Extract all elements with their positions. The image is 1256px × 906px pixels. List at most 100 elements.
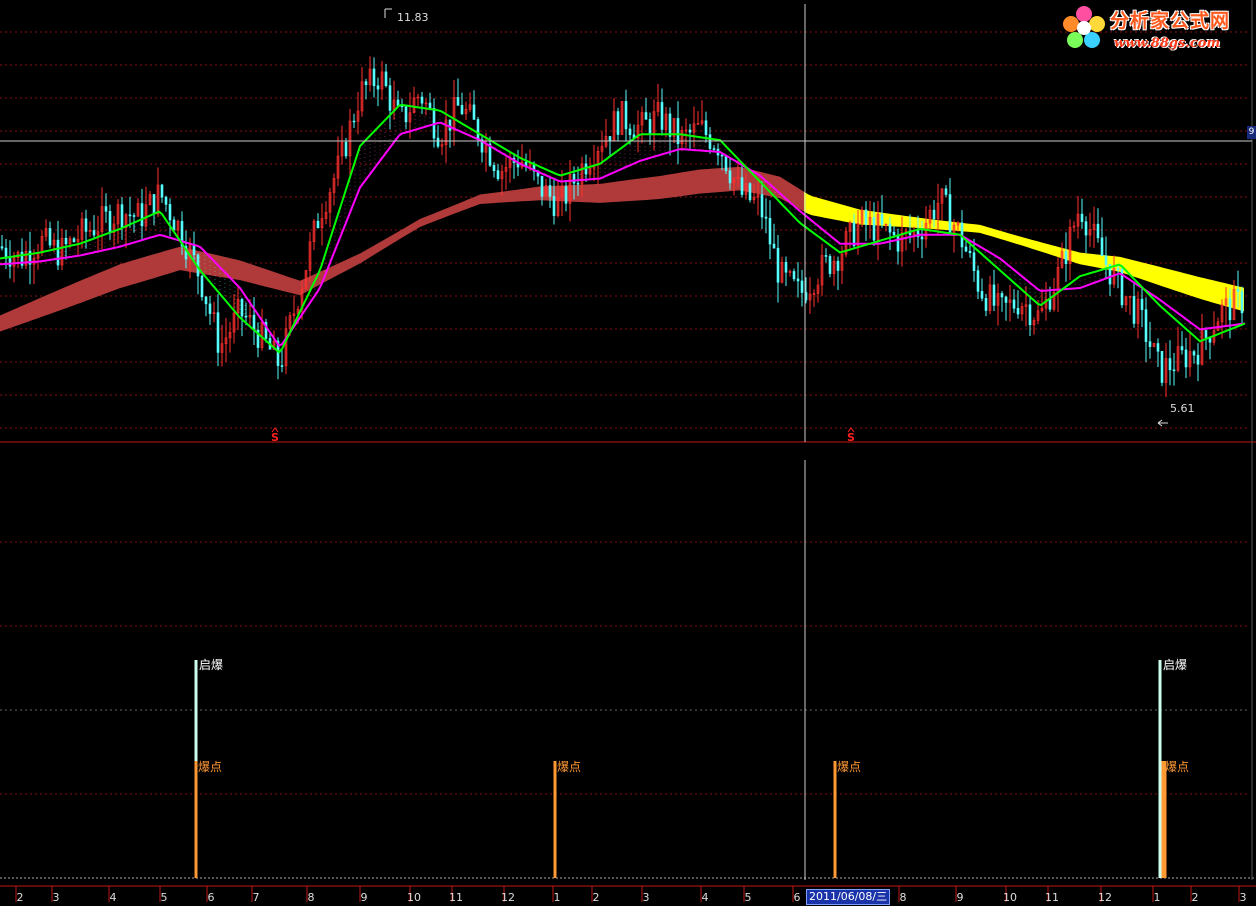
candle-body: [1104, 255, 1108, 265]
candle-body: [920, 236, 924, 240]
candle-body: [800, 280, 804, 293]
candle-body: [628, 128, 632, 136]
candle-body: [796, 278, 800, 282]
candle-body: [1140, 298, 1144, 310]
candle-body: [784, 261, 788, 273]
candle-body: [1192, 351, 1196, 356]
x-axis-tick-label: 7: [253, 891, 260, 904]
candle-body: [968, 250, 972, 254]
candle-body: [624, 101, 628, 130]
candle-body: [1096, 223, 1100, 239]
candle-body: [72, 238, 76, 243]
candle-body: [164, 196, 168, 205]
x-axis-tick-label: 9: [361, 891, 368, 904]
signal-bar-baodian: [194, 761, 198, 878]
candle-body: [472, 104, 476, 120]
candle-body: [552, 196, 556, 216]
candle-body: [384, 71, 388, 86]
candle-body: [892, 231, 896, 236]
candle-body: [764, 216, 768, 219]
candle-body: [712, 148, 716, 150]
candle-body: [792, 271, 796, 280]
x-axis-bg: [0, 880, 1256, 906]
candle-body: [376, 85, 380, 90]
candle-body: [1180, 346, 1184, 351]
signal-bar-baodian: [833, 761, 837, 878]
candle-body: [108, 211, 112, 233]
x-axis-tick-label: 3: [643, 891, 650, 904]
x-axis: 2 3 4 5 6 7 8 9 10 11 12 1 2 3 4 5 6 8 9 10 11 12 1 2 3: [0, 880, 1256, 906]
price-low-label: 5.61: [1170, 402, 1195, 415]
candle-body: [608, 136, 612, 141]
candle-body: [948, 194, 952, 234]
signal-label-qibao: 启爆: [199, 658, 223, 672]
candle-body: [364, 81, 368, 86]
x-axis-tick-label: 11: [449, 891, 463, 904]
x-axis-tick-label: 11: [1045, 891, 1059, 904]
candle-body: [676, 118, 680, 145]
x-axis-tick-label: 2: [17, 891, 24, 904]
candle-body: [768, 218, 772, 245]
candle-body: [980, 291, 984, 299]
candle-body: [168, 204, 172, 221]
x-axis-tick-label: 4: [702, 891, 709, 904]
candle-body: [1080, 213, 1084, 222]
ema-slow-line: [0, 121, 1246, 347]
candle-body: [352, 120, 356, 123]
candle-body: [216, 312, 220, 353]
signal-label-baodian: 爆点: [1165, 760, 1189, 774]
candle-body: [888, 223, 892, 233]
stock-chart[interactable]: 11.835.61S S 启爆 启爆爆点 爆点 爆点 爆点 2 3 4 5 6 7 8 9 10 11 12 1…: [0, 0, 1256, 906]
candle-body: [496, 170, 500, 180]
candle-body: [120, 204, 124, 229]
x-axis-tick-label: 10: [1003, 891, 1017, 904]
candle-body: [244, 315, 248, 318]
candle-body: [8, 258, 12, 267]
price-low-arrow: [1157, 419, 1168, 427]
candle-body: [152, 194, 156, 215]
candle-body: [576, 182, 580, 185]
candle-body: [660, 102, 664, 130]
x-axis-tick-label: 12: [1098, 891, 1112, 904]
sell-marker: S: [847, 431, 855, 444]
candle-body: [720, 154, 724, 157]
candle-body: [1184, 349, 1188, 368]
candle-body: [1028, 304, 1032, 326]
x-axis-tick-label: 6: [794, 891, 801, 904]
candle-body: [1100, 237, 1104, 257]
candle-body: [932, 209, 936, 220]
candle-body: [740, 177, 744, 195]
candle-body: [992, 284, 996, 306]
candle-body: [1156, 343, 1160, 352]
candle-body: [316, 220, 320, 229]
signal-label-baodian: 爆点: [837, 760, 861, 774]
candle-body: [456, 97, 460, 106]
ema-fast-line: [0, 103, 1246, 354]
candle-body: [476, 119, 480, 140]
signal-bar-baodian: [553, 761, 557, 878]
candle-body: [564, 186, 568, 204]
candle-body: [428, 102, 432, 109]
candle-body: [984, 298, 988, 311]
x-axis-tick-label: 4: [110, 891, 117, 904]
x-axis-tick-label: 12: [501, 891, 515, 904]
candle-body: [1240, 291, 1244, 314]
candle-body: [140, 203, 144, 227]
x-axis-tick-label: 10: [407, 891, 421, 904]
candle-body: [1132, 296, 1136, 324]
candle-body: [372, 68, 376, 87]
candle-body: [1196, 354, 1200, 365]
candle-body: [160, 184, 164, 198]
candle-body: [648, 119, 652, 135]
candle-body: [1116, 268, 1120, 270]
candle-body: [864, 209, 868, 225]
candle-body: [828, 256, 832, 274]
candle-body: [92, 230, 96, 236]
candle-body: [0, 246, 4, 249]
candle-body: [836, 260, 840, 271]
candle-body: [240, 298, 244, 317]
candle-body: [1172, 369, 1176, 372]
candle-body: [204, 296, 208, 305]
candle-body: [1048, 298, 1052, 310]
candle-body: [1148, 341, 1152, 347]
